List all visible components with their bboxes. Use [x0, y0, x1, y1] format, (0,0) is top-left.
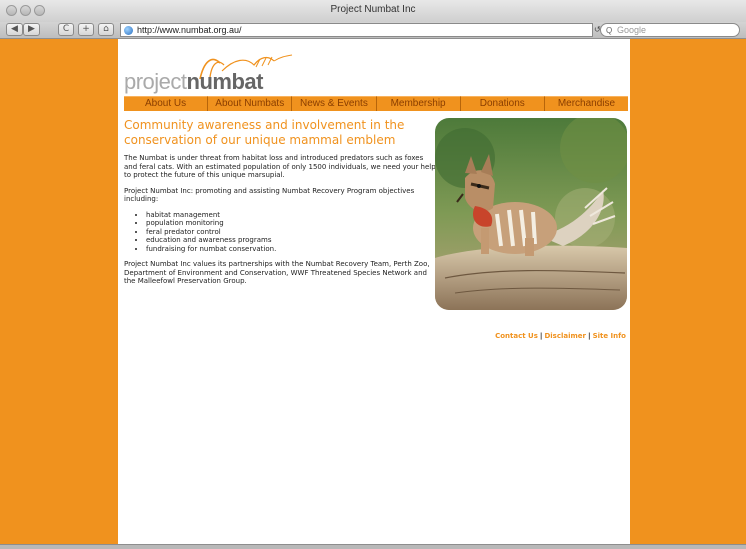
nav-membership[interactable]: Membership	[376, 96, 461, 111]
window-titlebar: Project Numbat Inc	[0, 0, 746, 23]
forward-button[interactable]: ▶	[23, 23, 40, 36]
intro-paragraph: The Numbat is under threat from habitat …	[124, 154, 436, 179]
add-bookmark-button[interactable]: +	[78, 23, 94, 36]
numbat-photo	[435, 118, 627, 310]
reload-button[interactable]: C	[58, 23, 74, 36]
page-body: The Numbat is under threat from habitat …	[124, 154, 436, 293]
contact-us-link[interactable]: Contact Us	[495, 332, 538, 340]
search-icon: Q	[606, 26, 613, 35]
logo-text: projectnumbat	[124, 69, 264, 95]
objectives-intro: Project Numbat Inc: promoting and assist…	[124, 186, 415, 204]
footer-links: Contact Us | Disclaimer | Site Info	[495, 332, 626, 340]
browser-toolbar: ◀ ▶ C + ⌂ http://www.numbat.org.au/ ↺ Q …	[0, 22, 746, 39]
home-button[interactable]: ⌂	[98, 23, 114, 36]
logo-text-project: project	[124, 69, 187, 94]
nav-donations[interactable]: Donations	[460, 96, 545, 111]
nav-about-numbats[interactable]: About Numbats	[208, 96, 293, 111]
globe-icon	[124, 26, 133, 35]
nav-about-us[interactable]: About Us	[124, 96, 209, 111]
nav-merchandise[interactable]: Merchandise	[544, 96, 629, 111]
list-item: fundraising for numbat conservation.	[146, 245, 436, 254]
list-item: habitat management	[146, 211, 436, 220]
site-info-link[interactable]: Site Info	[593, 332, 626, 340]
search-placeholder: Google	[617, 25, 647, 35]
site-logo[interactable]: projectnumbat	[124, 53, 294, 95]
list-item: education and awareness programs	[146, 236, 436, 245]
page-content: projectnumbat About Us About Numbats New…	[118, 39, 630, 544]
page-heading: Community awareness and involvement in t…	[124, 118, 405, 147]
list-item: feral predator control	[146, 228, 436, 237]
url-bar[interactable]: http://www.numbat.org.au/	[120, 23, 593, 37]
nav-news-events[interactable]: News & Events	[292, 96, 377, 111]
back-button[interactable]: ◀	[6, 23, 23, 36]
objectives-list: habitat management population monitoring…	[124, 211, 436, 254]
status-bar	[0, 544, 746, 549]
window-title: Project Numbat Inc	[330, 4, 416, 15]
url-text: http://www.numbat.org.au/	[137, 25, 242, 35]
partners-paragraph: Project Numbat Inc values its partnershi…	[124, 260, 430, 285]
list-item: population monitoring	[146, 219, 436, 228]
main-nav: About Us About Numbats News & Events Mem…	[124, 96, 629, 111]
logo-text-numbat: numbat	[186, 69, 264, 94]
search-field[interactable]: Q Google	[600, 23, 740, 37]
disclaimer-link[interactable]: Disclaimer	[544, 332, 586, 340]
